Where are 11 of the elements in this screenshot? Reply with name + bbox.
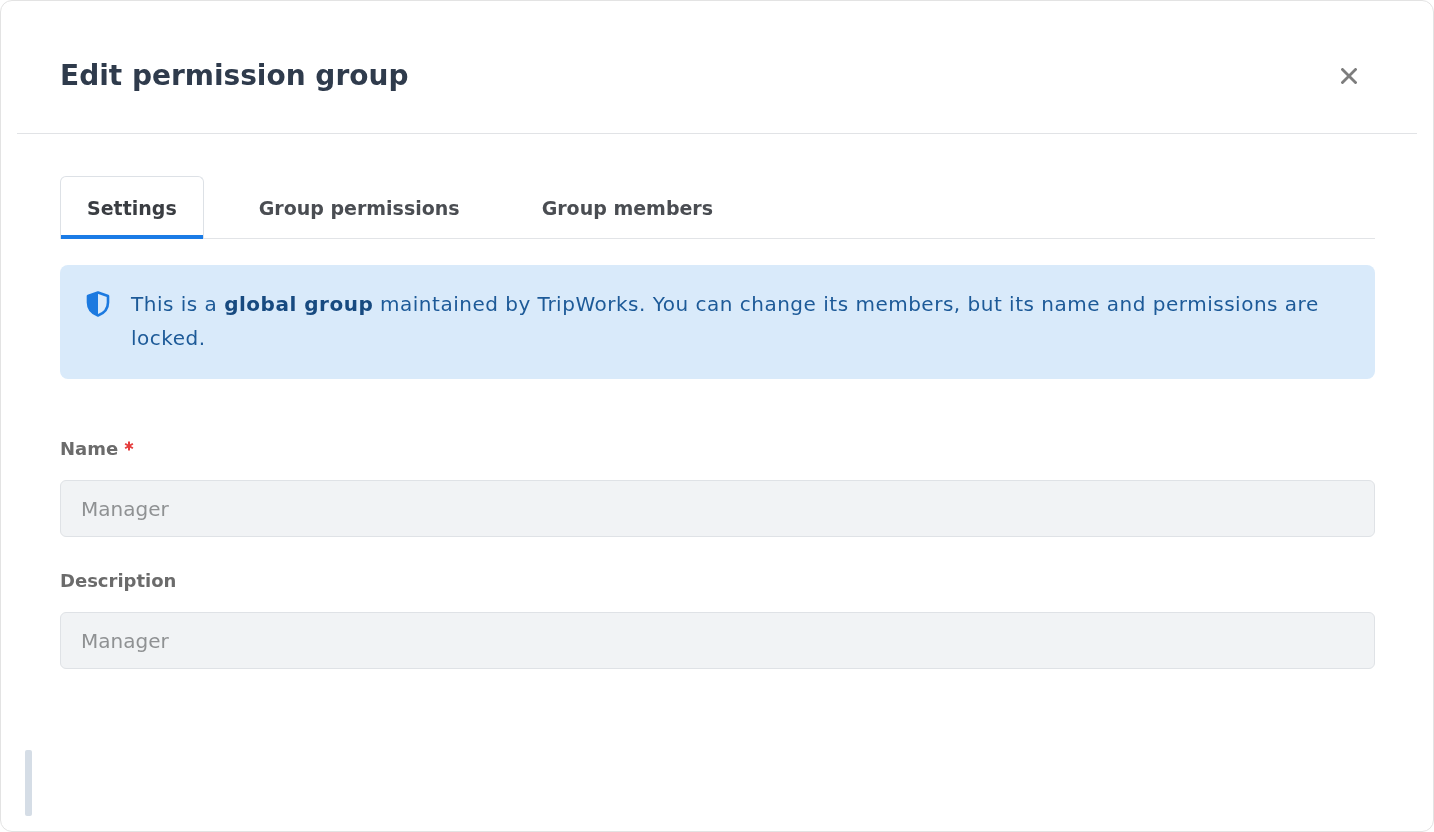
tab[interactable]: Group permissions (231, 176, 487, 239)
dialog-title: Edit permission group (60, 59, 409, 92)
close-icon (1341, 67, 1357, 84)
field-label: Description (60, 570, 177, 592)
close-button[interactable] (1340, 66, 1358, 85)
notice-text: This is a global group maintained by TripWorks. You can change its members, but its name and permissions are locked. (131, 291, 1320, 352)
scrollbar-thumb[interactable] (25, 750, 32, 816)
tab[interactable]: Group members (514, 176, 741, 239)
field-label: Name (60, 438, 119, 460)
shield-icon (86, 291, 110, 317)
tab[interactable]: Settings (60, 176, 204, 239)
